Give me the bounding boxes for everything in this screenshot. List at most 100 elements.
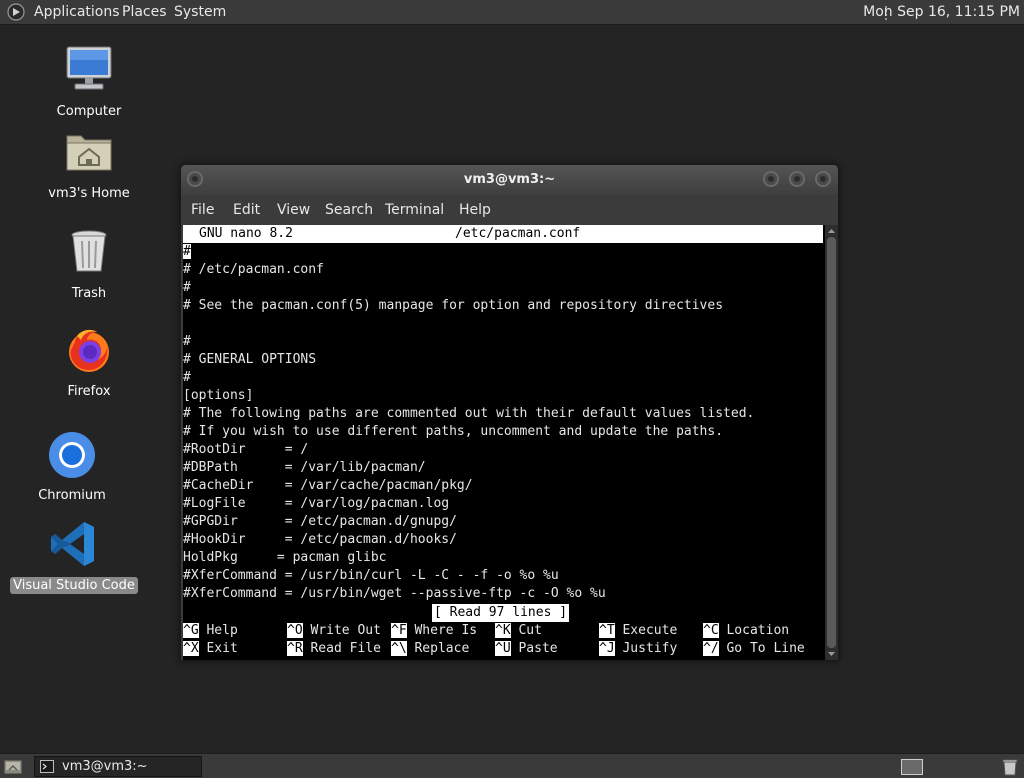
shortcut-item: ^X Exit	[183, 640, 238, 658]
editor-line: #	[183, 280, 191, 295]
editor-line: #DBPath = /var/lib/pacman/	[183, 460, 426, 475]
nano-header: GNU nano 8.2 /etc/pacman.conf	[183, 225, 823, 243]
menu-view[interactable]: View	[277, 202, 310, 218]
chromium-icon	[49, 432, 95, 478]
shortcut-item: ^C Location	[703, 622, 789, 640]
editor-line: # See the pacman.conf(5) manpage for opt…	[183, 298, 724, 313]
shortcut-item: ^J Justify	[599, 640, 677, 658]
nano-version: GNU nano 8.2	[199, 226, 293, 241]
workspace-switcher[interactable]	[901, 759, 923, 775]
editor-line: #HookDir = /etc/pacman.d/hooks/	[183, 532, 457, 547]
scroll-down-arrow-icon[interactable]	[827, 650, 836, 658]
nano-filename: /etc/pacman.conf	[455, 226, 581, 241]
desktop-icon-trash[interactable]: Trash	[24, 226, 154, 302]
desktop-icon-chromium[interactable]: Chromium	[7, 428, 137, 504]
editor-line: # /etc/pacman.conf	[183, 262, 324, 277]
editor-line: #XferCommand = /usr/bin/wget --passive-f…	[183, 586, 606, 601]
desktop-icon-firefox[interactable]: Firefox	[24, 324, 154, 400]
shortcut-key: ^X	[183, 641, 199, 656]
editor-line: #LogFile = /var/log/pacman.log	[183, 496, 450, 511]
vertical-scrollbar[interactable]	[825, 225, 838, 660]
editor-line: # The following paths are commented out …	[183, 406, 755, 421]
terminal-icon	[40, 760, 54, 773]
top-panel: Applications Places System Mon Sep 16, 1…	[0, 0, 1024, 25]
editor-line: # GENERAL OPTIONS	[183, 352, 317, 367]
text-cursor: #	[183, 244, 191, 259]
shortcut-key: ^T	[599, 623, 615, 638]
menu-help[interactable]: Help	[459, 202, 491, 218]
home-folder-icon	[66, 135, 112, 171]
shortcut-label: Read File	[310, 641, 381, 656]
shortcut-label: Justify	[622, 641, 678, 656]
shortcut-key: ^O	[287, 623, 303, 638]
taskbar-item-label: vm3@vm3:~	[62, 759, 148, 774]
vscode-icon	[51, 522, 94, 566]
shortcut-key: ^K	[495, 623, 511, 638]
title-bar[interactable]: vm3@vm3:~	[181, 165, 838, 195]
shortcut-key: ^U	[495, 641, 511, 656]
menu-search[interactable]: Search	[325, 202, 373, 218]
menu-applications[interactable]: Applications	[34, 4, 120, 21]
editor-line: [options]	[183, 388, 254, 403]
shortcut-label: Paste	[518, 641, 558, 656]
editor-line: #	[183, 370, 191, 385]
desktop-icon-label: Chromium	[38, 488, 106, 503]
shortcut-item: ^\ Replace	[391, 640, 469, 658]
shortcut-label: Replace	[414, 641, 470, 656]
desktop-icon-label: vm3's Home	[48, 186, 130, 201]
editor-line: #	[183, 334, 191, 349]
trash-applet-icon[interactable]	[1001, 758, 1019, 776]
shortcut-item: ^R Read File	[287, 640, 381, 658]
shortcut-label: Exit	[206, 641, 238, 656]
desktop-icon-label: Firefox	[67, 384, 111, 399]
computer-icon	[66, 46, 112, 90]
editor-line: #CacheDir = /var/cache/pacman/pkg/	[183, 478, 473, 493]
menu-terminal[interactable]: Terminal	[385, 202, 444, 218]
scrollbar-thumb[interactable]	[827, 237, 836, 648]
shortcut-item: ^U Paste	[495, 640, 558, 658]
shortcut-label: Go To Line	[726, 641, 805, 656]
terminal-window[interactable]: vm3@vm3:~ File Edit View Search Terminal…	[180, 164, 839, 661]
taskbar-item-terminal[interactable]: vm3@vm3:~	[34, 756, 202, 777]
shortcut-item: ^K Cut	[495, 622, 542, 640]
menu-edit[interactable]: Edit	[233, 202, 260, 218]
shortcut-label: Location	[726, 623, 790, 638]
shortcut-item: ^G Help	[183, 622, 238, 640]
shortcut-label: Write Out	[310, 623, 381, 638]
menu-system[interactable]: System	[174, 4, 226, 21]
trash-icon	[71, 230, 107, 272]
shortcut-label: Help	[206, 623, 238, 638]
applications-menu-icon[interactable]	[7, 3, 25, 21]
menu-places[interactable]: Places	[122, 4, 167, 21]
shortcut-label: Cut	[518, 623, 542, 638]
terminal-area[interactable]: GNU nano 8.2 /etc/pacman.conf # # /etc/p…	[183, 225, 825, 660]
minimize-button[interactable]	[763, 171, 779, 187]
shortcut-item: ^T Execute	[599, 622, 677, 640]
menu-file[interactable]: File	[191, 202, 214, 218]
maximize-button[interactable]	[789, 171, 805, 187]
show-desktop-icon[interactable]	[3, 758, 23, 776]
editor-line: #RootDir = /	[183, 442, 309, 457]
desktop-icon-home[interactable]: vm3's Home	[24, 126, 154, 202]
desktop-icon-computer[interactable]: Computer	[24, 44, 154, 120]
desktop-icon-vscode[interactable]: Visual Studio Code	[9, 518, 139, 594]
desktop-icon-label: Trash	[71, 286, 107, 301]
panel-clock[interactable]: Mon Sep 16, 11:15 PM	[863, 4, 1020, 21]
bottom-panel: vm3@vm3:~	[0, 753, 1024, 778]
desktop-icon-label: Computer	[56, 104, 122, 119]
shortcut-item: ^O Write Out	[287, 622, 381, 640]
desktop-icon-label: Visual Studio Code	[10, 577, 138, 594]
shortcut-key: ^F	[391, 623, 407, 638]
editor-line: #	[183, 243, 191, 261]
window-title: vm3@vm3:~	[463, 172, 556, 187]
shortcut-item: ^F Where Is	[391, 622, 477, 640]
shortcut-key: ^R	[287, 641, 303, 656]
shortcut-key: ^C	[703, 623, 719, 638]
shortcut-label: Execute	[622, 623, 678, 638]
scroll-up-arrow-icon[interactable]	[827, 227, 836, 235]
shortcut-item: ^/ Go To Line	[703, 640, 805, 658]
status-message: [ Read 97 lines ]	[432, 604, 570, 622]
shortcut-label: Where Is	[414, 623, 478, 638]
close-button[interactable]	[815, 171, 831, 187]
shortcut-key: ^J	[599, 641, 615, 656]
